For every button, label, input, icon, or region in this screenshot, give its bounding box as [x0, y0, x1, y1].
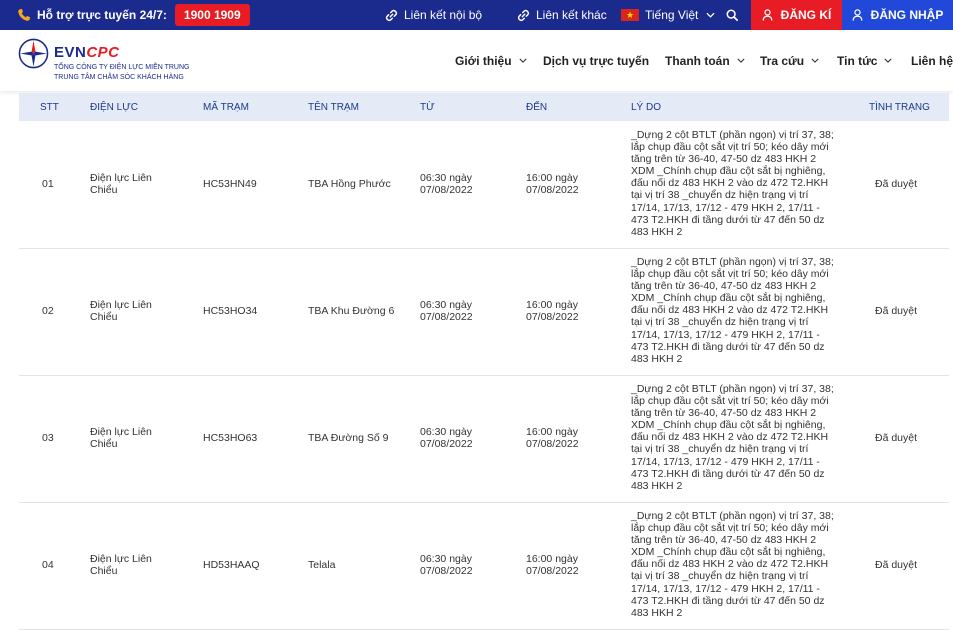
other-links-label: Liên kết khác — [536, 8, 607, 22]
col-header-ma-tram: MÃ TRẠM — [203, 101, 249, 113]
cell-ten-tram: Telala — [308, 559, 336, 571]
nav-label: Tin tức — [837, 53, 878, 68]
col-header-dien-luc: ĐIỆN LỰC — [90, 101, 138, 113]
cell-dien-luc: Điện lực Liên Chiểu — [90, 426, 152, 450]
site-header: EVNCPC TỔNG CÔNG TY ĐIỆN LỰC MIỀN TRUNG … — [0, 30, 953, 91]
table-row: 04 Điện lực Liên Chiểu HD53HAAQ Telala 0… — [19, 502, 949, 630]
brand-subtitle-2: TRUNG TÂM CHĂM SÓC KHÁCH HÀNG — [54, 74, 184, 81]
chevron-down-icon — [518, 58, 527, 63]
cell-tinh-trang: Đã duyệt — [875, 305, 918, 317]
nav-lien-he[interactable]: Liên hệ — [911, 30, 953, 91]
cell-ten-tram: TBA Đường Số 9 — [308, 432, 389, 444]
cell-stt: 02 — [42, 305, 54, 317]
evncpc-logo[interactable]: EVNCPC TỔNG CÔNG TY ĐIỆN LỰC MIỀN TRUNG … — [18, 37, 218, 85]
link-icon — [517, 9, 530, 21]
language-label: Tiếng Việt — [645, 8, 699, 22]
cell-ly-do: _Dựng 2 cột BTLT (phần ngọn) vị trí 37, … — [631, 129, 834, 238]
cell-dien-luc: Điện lực Liên Chiểu — [90, 299, 152, 323]
col-header-den: ĐẾN — [526, 101, 548, 113]
other-links-link[interactable]: Liên kết khác — [517, 0, 607, 30]
cell-tinh-trang: Đã duyệt — [875, 559, 918, 571]
vietnam-flag-icon: ★ — [621, 9, 639, 21]
nav-label: Thanh toán — [665, 53, 730, 68]
link-icon — [385, 9, 398, 21]
user-icon — [762, 9, 773, 21]
login-label: ĐĂNG NHẬP — [870, 8, 944, 22]
cell-ly-do: _Dựng 2 cột BTLT (phần ngọn) vị trí 37, … — [631, 383, 834, 492]
hotline: Hỗ trợ trực tuyến 24/7: 1900 1909 — [17, 0, 250, 30]
hotline-label: Hỗ trợ trực tuyến 24/7: — [37, 8, 167, 22]
cell-tu: 06:30 ngày 07/08/2022 — [420, 426, 473, 450]
nav-tin-tuc[interactable]: Tin tức — [837, 30, 893, 91]
brand-subtitle-1: TỔNG CÔNG TY ĐIỆN LỰC MIỀN TRUNG — [54, 64, 190, 71]
cell-tinh-trang: Đã duyệt — [875, 432, 918, 444]
cell-tu: 06:30 ngày 07/08/2022 — [420, 299, 473, 323]
cell-den: 16:00 ngày 07/08/2022 — [526, 299, 579, 323]
register-label: ĐĂNG KÍ — [780, 8, 832, 22]
cell-ma-tram: HC53HO34 — [203, 305, 258, 317]
nav-dich-vu-truc-tuyen[interactable]: Dịch vụ trực tuyến — [543, 30, 649, 91]
cell-dien-luc: Điện lực Liên Chiểu — [90, 553, 152, 577]
col-header-tinh-trang: TÌNH TRẠNG — [869, 101, 930, 113]
hotline-number[interactable]: 1900 1909 — [174, 4, 250, 26]
nav-label: Tra cứu — [760, 53, 805, 68]
cell-stt: 03 — [42, 432, 54, 444]
search-button[interactable] — [726, 0, 744, 30]
cell-stt: 04 — [42, 559, 54, 571]
language-selector[interactable]: ★ Tiếng Việt — [621, 0, 721, 30]
col-header-ten-tram: TÊN TRẠM — [308, 101, 359, 113]
table-row: 02 Điện lực Liên Chiểu HC53HO34 TBA Khu … — [19, 248, 949, 376]
table-row: 01 Điện lực Liên Chiểu HC53HN49 TBA Hồng… — [19, 121, 949, 249]
cell-ma-tram: HC53HN49 — [203, 178, 257, 190]
cell-ten-tram: TBA Hồng Phước — [308, 178, 391, 190]
cell-tu: 06:30 ngày 07/08/2022 — [420, 172, 473, 196]
login-button[interactable]: ĐĂNG NHẬP — [842, 0, 953, 30]
cell-dien-luc: Điện lực Liên Chiểu — [90, 172, 152, 196]
cell-ly-do: _Dựng 2 cột BTLT (phần ngọn) vị trí 37, … — [631, 256, 834, 365]
cell-ma-tram: HC53HO63 — [203, 432, 258, 444]
cell-ma-tram: HD53HAAQ — [203, 559, 260, 571]
cell-den: 16:00 ngày 07/08/2022 — [526, 172, 579, 196]
cell-stt: 01 — [42, 178, 54, 190]
user-icon — [852, 9, 863, 21]
col-header-tu: TỪ — [420, 101, 435, 113]
nav-gioi-thieu[interactable]: Giới thiệu — [455, 30, 527, 91]
chevron-down-icon — [706, 12, 715, 18]
col-header-stt: STT — [40, 101, 59, 113]
top-bar: Hỗ trợ trực tuyến 24/7: 1900 1909 Liên k… — [0, 0, 953, 30]
cell-tinh-trang: Đã duyệt — [875, 178, 918, 190]
brand-evn: EVN — [54, 44, 87, 61]
brand-name: EVNCPC — [54, 44, 120, 61]
cell-den: 16:00 ngày 07/08/2022 — [526, 553, 579, 577]
col-header-ly-do: LÝ DO — [631, 101, 662, 113]
cell-tu: 06:30 ngày 07/08/2022 — [420, 553, 473, 577]
table-header: STT ĐIỆN LỰC MÃ TRẠM TÊN TRẠM TỪ ĐẾN LÝ … — [19, 93, 949, 121]
chevron-down-icon — [811, 58, 819, 63]
chevron-down-icon — [884, 58, 893, 63]
cell-ly-do: _Dựng 2 cột BTLT (phần ngọn) vị trí 37, … — [631, 510, 834, 619]
nav-label: Dịch vụ trực tuyến — [543, 53, 650, 68]
register-button[interactable]: ĐĂNG KÍ — [751, 0, 842, 30]
chevron-down-icon — [737, 58, 745, 63]
nav-label: Giới thiệu — [455, 53, 512, 68]
internal-links-label: Liên kết nội bộ — [404, 8, 483, 22]
table-row: 03 Điện lực Liên Chiểu HC53HO63 TBA Đườn… — [19, 375, 949, 503]
phone-icon — [18, 8, 31, 21]
evn-logo-icon — [18, 38, 49, 69]
internal-links-link[interactable]: Liên kết nội bộ — [385, 0, 482, 30]
brand-cpc: CPC — [86, 44, 120, 61]
nav-tra-cuu[interactable]: Tra cứu — [760, 30, 819, 91]
cell-den: 16:00 ngày 07/08/2022 — [526, 426, 579, 450]
cell-ten-tram: TBA Khu Đường 6 — [308, 305, 395, 317]
nav-thanh-toan[interactable]: Thanh toán — [665, 30, 745, 91]
nav-label: Liên hệ — [911, 53, 953, 68]
search-icon — [726, 9, 738, 21]
